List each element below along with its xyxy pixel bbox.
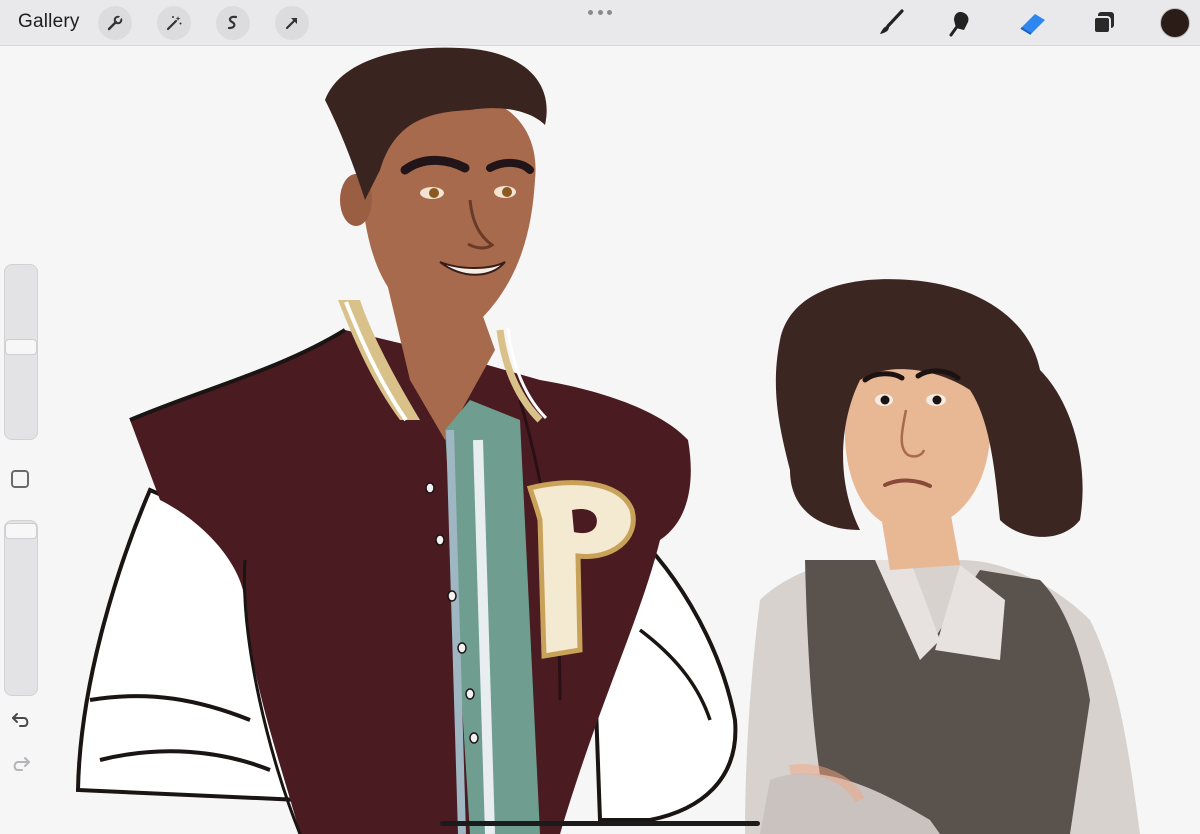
procreate-app: Gallery (0, 0, 1200, 834)
layers-icon[interactable] (1087, 6, 1121, 40)
transform-arrow-icon[interactable] (275, 6, 309, 40)
toolbar-grabber[interactable] (588, 8, 612, 16)
color-swatch[interactable] (1160, 8, 1190, 38)
brush-icon[interactable] (874, 6, 908, 40)
artwork (75, 47, 1140, 834)
modify-square-icon[interactable] (11, 470, 29, 488)
magic-wand-icon[interactable] (157, 6, 191, 40)
top-toolbar: Gallery (0, 0, 1200, 46)
smudge-icon[interactable] (944, 6, 978, 40)
opacity-slider[interactable] (4, 520, 38, 696)
opacity-thumb[interactable] (5, 523, 37, 539)
selection-icon[interactable] (216, 6, 250, 40)
left-sidebar (0, 262, 44, 802)
gallery-button[interactable]: Gallery (18, 11, 80, 33)
eraser-icon[interactable] (1016, 6, 1050, 40)
drawing-canvas[interactable] (0, 46, 1200, 834)
wrench-icon[interactable] (98, 6, 132, 40)
undo-icon[interactable] (10, 708, 32, 730)
home-indicator[interactable] (440, 821, 760, 826)
redo-icon[interactable] (10, 752, 32, 774)
brush-size-slider[interactable] (4, 264, 38, 440)
brush-size-thumb[interactable] (5, 339, 37, 355)
